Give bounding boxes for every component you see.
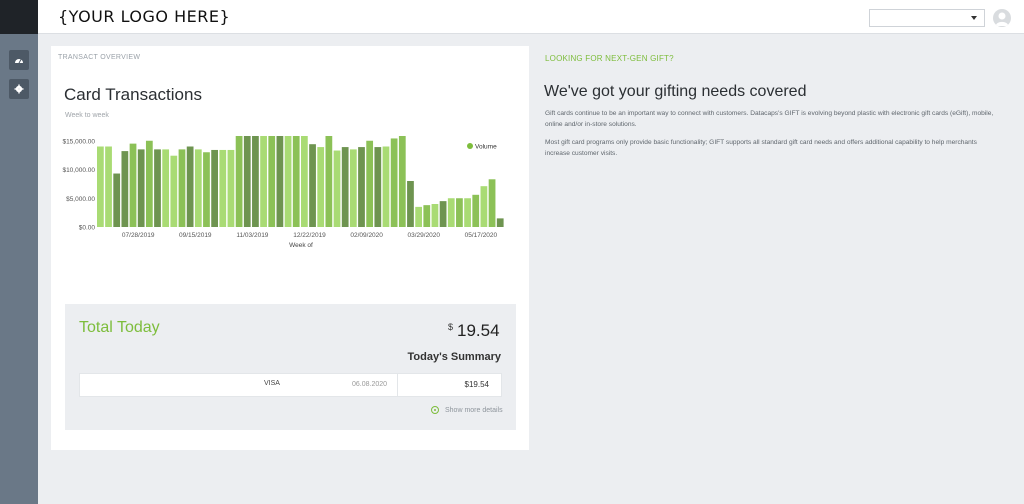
chart-bar	[227, 149, 235, 227]
x-tick-label: 02/09/2020	[350, 232, 383, 239]
chart-bar	[154, 149, 161, 227]
chart-bar	[268, 136, 276, 227]
summary-card-type: VISA	[264, 380, 280, 387]
chart-bar	[447, 198, 455, 227]
chart-bar	[439, 201, 447, 227]
chart-bar	[105, 146, 112, 227]
top-bar: {YOUR LOGO HERE}	[0, 0, 1024, 34]
chart-bar	[374, 147, 382, 227]
summary-date: 06.08.2020	[352, 381, 388, 388]
chart-bar	[472, 194, 480, 227]
chart-bar	[162, 149, 170, 227]
chart-bar	[333, 150, 341, 227]
transactions-chart: $0.00$5,000.00$10,000.00$15,000.00$20,52…	[62, 136, 504, 249]
total-today-label: Total Today	[79, 319, 160, 336]
top-bar-corner	[0, 0, 38, 34]
chart-bar	[276, 136, 284, 227]
chart-bar	[480, 186, 488, 227]
legend-label: Volume	[475, 144, 497, 151]
chart-bar	[145, 140, 153, 227]
y-tick-label: $5,000.00	[66, 196, 95, 203]
total-today-panel: Total Today $ 19.54 Today's Summary VISA…	[65, 304, 516, 430]
y-tick-label: $15,000.00	[62, 138, 95, 145]
gift-overline: LOOKING FOR NEXT-GEN GIFT?	[545, 54, 674, 63]
chart-bar	[260, 136, 267, 227]
x-tick-label: 09/15/2019	[179, 232, 212, 239]
chart-bar	[97, 146, 104, 227]
x-tick-label: 05/17/2020	[465, 232, 498, 239]
chart-bar	[121, 151, 129, 227]
chart-bar	[325, 136, 333, 227]
summary-row: VISA 06.08.2020 $19.54	[79, 373, 502, 397]
chart-bar	[137, 149, 145, 227]
chart-bar	[113, 173, 121, 227]
transact-overview-card: TRANSACT OVERVIEW Card Transactions Week…	[51, 46, 529, 450]
chart-bar	[252, 136, 259, 227]
chart-bar	[464, 198, 471, 227]
card-subtitle: Week to week	[65, 112, 109, 119]
chart-bar	[423, 205, 431, 227]
section-overline: TRANSACT OVERVIEW	[58, 54, 141, 61]
chart-bar	[341, 147, 349, 227]
chart-bar	[211, 149, 218, 227]
chart-bar	[243, 136, 251, 227]
x-tick-label: 12/22/2019	[293, 232, 326, 239]
chart-bar	[398, 136, 406, 227]
chart-bar	[292, 136, 300, 227]
y-tick-label: $0.00	[79, 225, 96, 232]
chart-bar	[358, 147, 365, 227]
expand-circle-icon	[431, 406, 439, 414]
gift-paragraph-2: Most gift card programs only provide bas…	[545, 139, 977, 157]
chart-bar	[219, 149, 227, 227]
chart-bar	[301, 136, 308, 227]
chart-bar	[415, 206, 422, 227]
x-axis-label: Week of	[289, 242, 313, 249]
y-tick-label: $10,000.00	[62, 167, 95, 174]
total-today-amount: 19.54	[457, 321, 500, 340]
chart-bar	[488, 179, 496, 227]
chart-bar	[407, 181, 414, 227]
chart-bar	[203, 152, 210, 227]
chart-bar	[431, 204, 439, 227]
chart-bar	[170, 155, 178, 227]
chart-bar	[382, 146, 390, 227]
user-icon	[995, 12, 1009, 26]
gift-title: We've got your gifting needs covered	[544, 83, 807, 100]
row-divider	[397, 374, 398, 396]
card-title: Card Transactions	[64, 85, 202, 104]
account-select[interactable]	[869, 9, 985, 27]
chart-bar	[309, 144, 316, 227]
user-avatar[interactable]	[993, 9, 1011, 27]
chevron-down-icon	[971, 16, 977, 20]
sidebar	[0, 34, 38, 504]
sidebar-item-dashboard[interactable]	[9, 50, 29, 70]
currency-symbol: $	[448, 322, 454, 332]
chart-bar	[317, 147, 325, 227]
summary-amount: $19.54	[464, 380, 489, 389]
show-more-details-link[interactable]: Show more details	[431, 406, 503, 414]
gift-paragraph-1: Gift cards continue to be an important w…	[545, 110, 994, 128]
x-tick-label: 11/03/2019	[236, 232, 268, 239]
chart-bar	[186, 146, 194, 227]
todays-summary-title: Today's Summary	[407, 351, 502, 363]
dashboard-icon	[15, 59, 23, 64]
chart-bar	[284, 136, 292, 227]
chart-bar	[366, 140, 374, 227]
chart-bar	[390, 138, 398, 227]
chart-bar	[456, 198, 463, 227]
logo[interactable]: {YOUR LOGO HERE}	[58, 7, 230, 26]
x-tick-label: 03/29/2020	[408, 232, 441, 239]
chart-bar	[496, 218, 504, 227]
chart-bar	[178, 149, 186, 227]
legend-swatch	[467, 143, 473, 149]
chart-bar	[235, 136, 243, 227]
chart-bar	[194, 149, 202, 227]
sidebar-item-settings[interactable]	[9, 79, 29, 99]
gear-icon	[14, 84, 24, 94]
chart-bar	[129, 143, 137, 227]
show-more-label: Show more details	[445, 406, 503, 414]
x-tick-label: 07/28/2019	[122, 232, 155, 239]
chart-bar	[349, 149, 357, 227]
